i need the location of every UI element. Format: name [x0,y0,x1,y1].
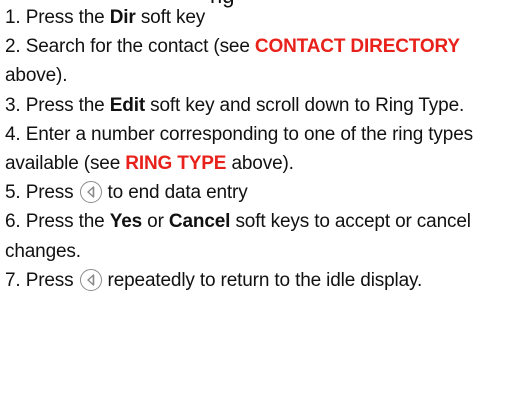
step-text: above). [226,153,294,175]
step-text: to end data entry [107,182,248,204]
edit-softkey-label: Edit [109,94,146,116]
step-7: 7. Press repeatedly to return to the idle… [5,266,520,295]
step-text: soft key and scroll down to Ring Type. [145,94,465,116]
step-text: soft key [135,7,206,28]
step-6: 6. Press the Yes or Cancel soft keys to … [5,207,520,265]
step-number: 2. [5,36,21,58]
step-2: 2. Search for the contact (see CONTACT D… [5,32,520,90]
step-text: Press the [25,211,110,233]
step-text: Press [25,269,74,291]
back-key-icon [79,181,102,204]
cancel-softkey-label: Cancel [168,211,231,233]
step-number: 6. [5,211,21,233]
step-text: Press the [25,94,110,116]
yes-softkey-label: Yes [109,211,143,233]
step-text: Press the [25,7,110,28]
step-number: 1. [5,7,21,28]
step-number: 5. [5,182,21,204]
step-text: above). [5,65,68,87]
step-5: 5. Press to end data entry [5,178,520,207]
step-number: 4. [5,123,21,145]
dir-softkey-label: Dir [109,7,136,28]
step-4: 4. Enter a number corresponding to one o… [5,120,520,178]
step-text: or [142,211,169,233]
steps-list: 1. Press the Dir soft key 2. Search for … [5,3,520,295]
step-text: repeatedly to return to the idle display… [107,269,423,291]
step-number: 3. [5,94,21,116]
step-text: Search for the contact (see [25,36,255,58]
step-3: 3. Press the Edit soft key and scroll do… [5,91,520,120]
back-key-icon [79,268,102,291]
instruction-page: ng 1. Press the Dir soft key 2. Search f… [0,0,530,394]
step-text: Press [25,182,74,204]
step-number: 7. [5,269,21,291]
step-1: 1. Press the Dir soft key [5,3,520,32]
contact-directory-reference: CONTACT DIRECTORY [254,36,460,58]
ring-type-reference: RING TYPE [125,153,227,175]
